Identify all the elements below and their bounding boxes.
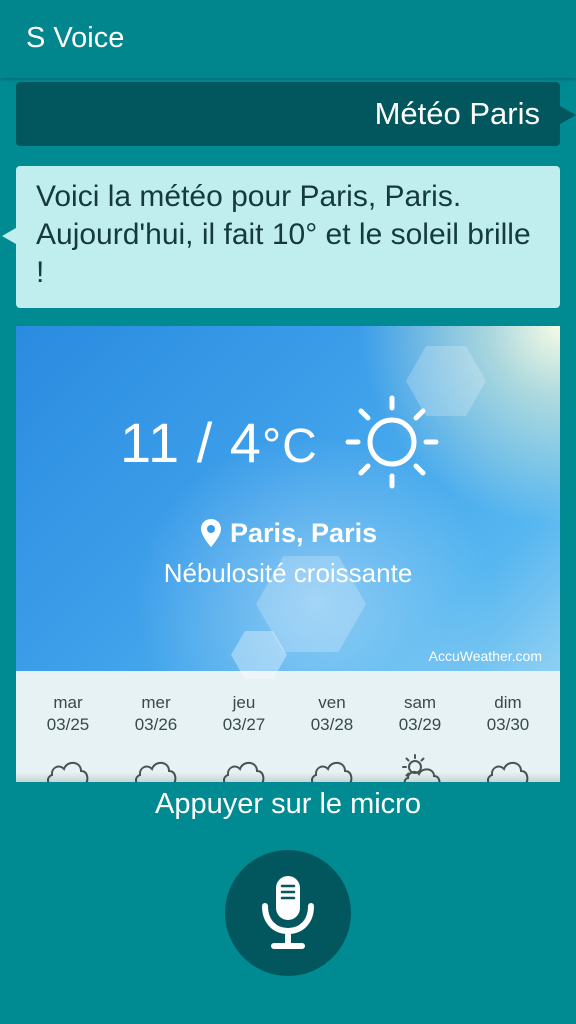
microphone-icon — [262, 876, 314, 949]
forecast-day-name: sam — [403, 693, 437, 712]
assistant-reply-text: Voici la météo pour Paris, Paris. Aujour… — [36, 180, 531, 289]
forecast-day-date: 03/27 — [222, 715, 266, 734]
forecast-day: jeu 03/27 — [200, 671, 288, 782]
forecast-day: sam 03/29 — [376, 671, 464, 782]
temperature-value: 11 / 4 — [120, 411, 262, 474]
forecast-day-name: jeu — [232, 693, 256, 712]
location-pin-icon — [201, 519, 221, 547]
forecast-day-date: 03/25 — [46, 715, 90, 734]
forecast-day: dim 03/30 — [464, 671, 552, 782]
user-query-text: Météo Paris — [374, 96, 540, 131]
forecast-day: mer 03/26 — [112, 671, 200, 782]
forecast-day-date: 03/26 — [134, 715, 178, 734]
location: Paris, Paris — [200, 516, 377, 550]
microphone-button[interactable] — [225, 850, 351, 976]
app-title: S Voice — [26, 22, 125, 54]
accuweather-link[interactable]: AccuWeather.com — [429, 648, 542, 664]
forecast-day-name: ven — [318, 693, 346, 712]
forecast-row: mar 03/25 mer 03/26 jeu 03/27 ven 03/28 — [16, 671, 560, 782]
user-query-bubble: Météo Paris — [16, 82, 576, 146]
weather-card[interactable]: 11 / 4°C Paris, Paris Nébulosité croissa… — [16, 326, 560, 782]
forecast-day-name: mar — [53, 693, 83, 712]
mic-prompt: Appuyer sur le micro — [155, 788, 421, 820]
location-name: Paris, Paris — [230, 517, 378, 548]
assistant-reply-bubble: Voici la météo pour Paris, Paris. Aujour… — [2, 166, 560, 308]
weather-hero: 11 / 4°C Paris, Paris Nébulosité croissa… — [16, 326, 560, 679]
temperature-unit: °C — [261, 420, 318, 473]
forecast-day-name: mer — [141, 693, 171, 712]
sun-icon — [345, 395, 439, 489]
forecast-day-date: 03/29 — [398, 715, 442, 734]
temperature-range: 11 / 4°C — [120, 410, 318, 475]
forecast-day-date: 03/28 — [310, 715, 354, 734]
card-fade — [16, 772, 560, 782]
weather-condition: Nébulosité croissante — [163, 558, 413, 588]
forecast-day: mar 03/25 — [24, 671, 112, 782]
forecast-day-name: dim — [494, 693, 522, 712]
app-bar: S Voice — [0, 0, 576, 78]
forecast-day: ven 03/28 — [288, 671, 376, 782]
forecast-day-date: 03/30 — [486, 715, 530, 734]
